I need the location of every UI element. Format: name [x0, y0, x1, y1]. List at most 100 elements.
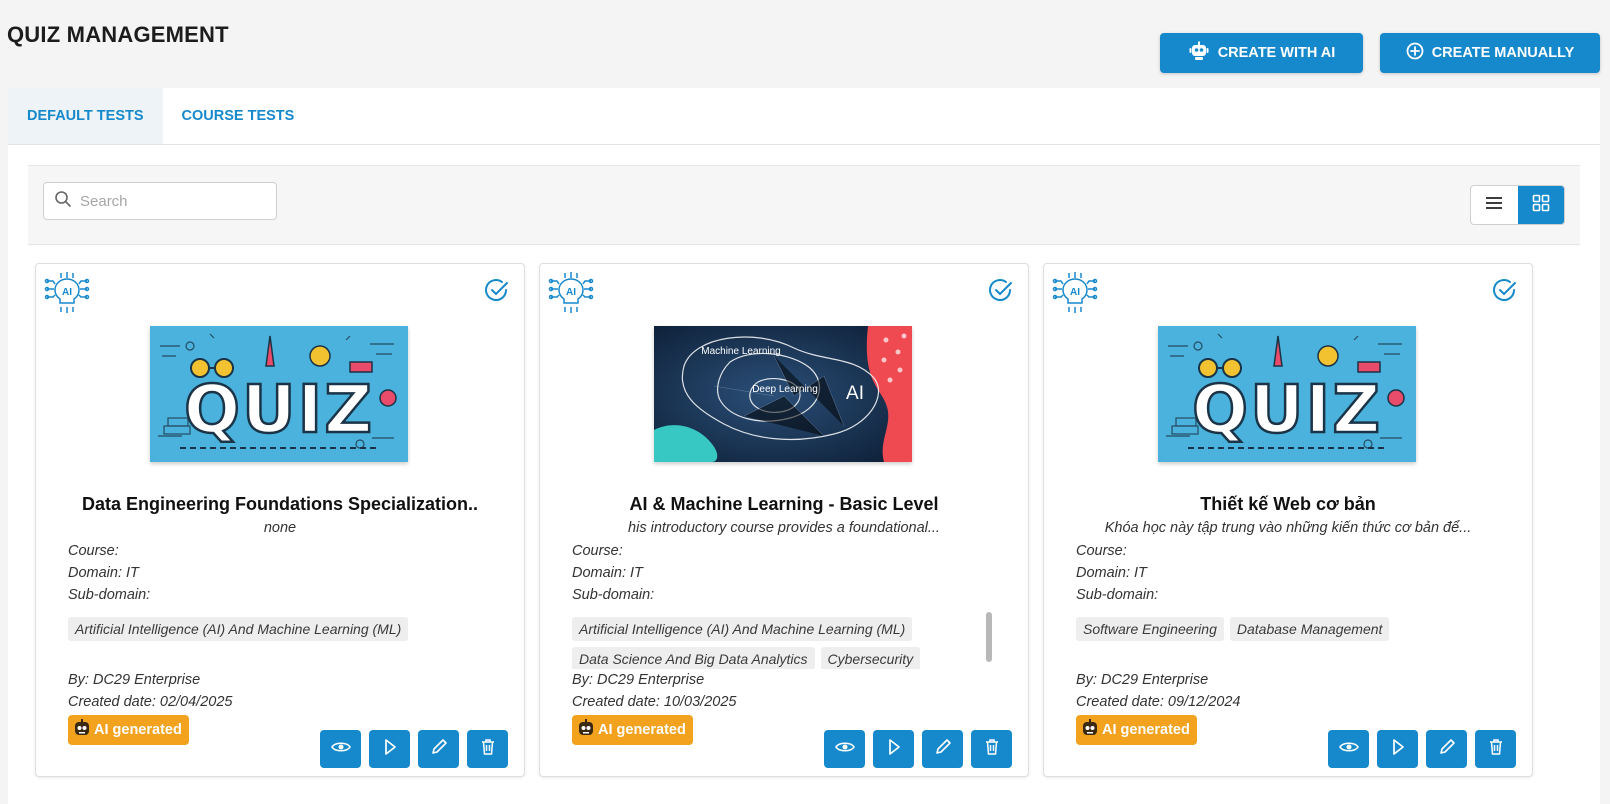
pencil-icon — [430, 738, 448, 761]
view-toggle — [1470, 185, 1565, 225]
ai-brain-icon: AI — [547, 271, 595, 320]
view-button[interactable] — [824, 730, 865, 768]
svg-text:AI: AI — [1070, 287, 1080, 298]
tag: Artificial Intelligence (AI) And Machine… — [572, 617, 913, 641]
card-course: Course: — [572, 543, 623, 559]
play-button[interactable] — [873, 730, 914, 768]
search-box[interactable] — [43, 182, 277, 220]
plus-circle-icon — [1406, 42, 1424, 64]
ai-generated-badge: AI generated — [1076, 715, 1197, 745]
card-course: Course: — [68, 543, 119, 559]
trash-icon — [1488, 738, 1504, 761]
eye-icon — [834, 740, 855, 759]
play-button[interactable] — [369, 730, 410, 768]
ml-label: Machine Learning — [701, 346, 781, 357]
quiz-thumbnail: QUIZ — [150, 326, 408, 462]
card-domain: Domain: IT — [572, 565, 643, 581]
ai-generated-badge: AI generated — [572, 715, 693, 745]
pencil-icon — [934, 738, 952, 761]
create-with-ai-label: CREATE WITH AI — [1217, 45, 1336, 61]
robot-icon — [1188, 40, 1210, 66]
delete-button[interactable] — [467, 730, 508, 768]
card-title: Thiết kế Web cơ bản — [1200, 494, 1376, 514]
ai-label: AI — [846, 383, 864, 404]
tab-course-tests[interactable]: COURSE TESTS — [163, 88, 314, 144]
tag: Artificial Intelligence (AI) And Machine… — [68, 617, 409, 641]
play-icon — [1391, 738, 1405, 761]
play-icon — [887, 738, 901, 761]
tag-list[interactable]: Artificial Intelligence (AI) And Machine… — [572, 617, 968, 669]
quiz-panel: DEFAULT TESTS COURSE TESTS Search AI QUI… — [8, 88, 1600, 804]
card-description: none — [263, 520, 297, 536]
check-circle-icon[interactable] — [988, 278, 1014, 309]
tag-scrollbar[interactable] — [986, 612, 992, 662]
card-title: AI & Machine Learning - Basic Level — [629, 494, 939, 514]
robot-face-icon — [576, 718, 596, 742]
card-subdomain: Sub-domain: — [68, 587, 151, 603]
card-description: Khóa học này tập trung vào những kiến th… — [1104, 520, 1472, 536]
card-author: By: DC29 Enterprise — [572, 672, 705, 688]
view-button[interactable] — [1328, 730, 1369, 768]
grid-view-button[interactable] — [1517, 186, 1564, 224]
edit-button[interactable] — [922, 730, 963, 768]
card-title: Data Engineering Foundations Specializat… — [81, 494, 479, 514]
ai-generated-badge: AI generated — [68, 715, 189, 745]
grid-view-icon — [1532, 194, 1550, 217]
tag-list: Software Engineering Database Management — [1076, 617, 1472, 669]
card-created-date: Created date: 02/04/2025 — [68, 694, 233, 710]
check-circle-icon[interactable] — [1492, 278, 1518, 309]
edit-button[interactable] — [1426, 730, 1467, 768]
card-author: By: DC29 Enterprise — [1076, 672, 1209, 688]
view-button[interactable] — [320, 730, 361, 768]
quiz-thumbnail: QUIZ — [1158, 326, 1416, 462]
edit-button[interactable] — [418, 730, 459, 768]
card-author: By: DC29 Enterprise — [68, 672, 201, 688]
tag: Software Engineering — [1076, 617, 1224, 641]
card-created-date: Created date: 10/03/2025 — [572, 694, 737, 710]
ai-brain-icon: AI — [43, 271, 91, 320]
card-created-date: Created date: 09/12/2024 — [1076, 694, 1241, 710]
trash-icon — [480, 738, 496, 761]
create-with-ai-button[interactable]: CREATE WITH AI — [1160, 33, 1363, 73]
quiz-card[interactable]: AI — [35, 263, 525, 777]
search-input[interactable] — [80, 192, 260, 210]
tag: Database Management — [1229, 617, 1390, 641]
card-domain: Domain: IT — [68, 565, 139, 581]
quiz-card[interactable]: AI — [539, 263, 1029, 777]
tag: Data Science And Big Data Analytics — [572, 647, 815, 669]
search-icon — [54, 190, 72, 213]
ai-generated-label: AI generated — [1102, 722, 1190, 738]
svg-text:QUIZ: QUIZ — [1192, 371, 1382, 448]
ai-generated-label: AI generated — [94, 722, 182, 738]
filter-toolbar — [28, 165, 1580, 245]
quiz-card[interactable]: AI — [1043, 263, 1533, 777]
tab-bar: DEFAULT TESTS COURSE TESTS — [8, 88, 1600, 145]
tab-default-tests[interactable]: DEFAULT TESTS — [8, 88, 163, 144]
card-description: his introductory course provides a found… — [628, 520, 940, 536]
eye-icon — [330, 740, 351, 759]
play-icon — [383, 738, 397, 761]
card-actions — [320, 730, 508, 768]
page-title: QUIZ MANAGEMENT — [7, 22, 229, 47]
check-circle-icon[interactable] — [484, 278, 510, 309]
card-course: Course: — [1076, 543, 1127, 559]
list-view-icon — [1485, 196, 1503, 215]
svg-text:AI: AI — [62, 287, 72, 298]
create-manually-button[interactable]: CREATE MANUALLY — [1380, 33, 1600, 73]
robot-face-icon — [72, 718, 92, 742]
eye-icon — [1338, 740, 1359, 759]
card-actions — [824, 730, 1012, 768]
list-view-button[interactable] — [1471, 186, 1518, 224]
play-button[interactable] — [1377, 730, 1418, 768]
ai-generated-label: AI generated — [598, 722, 686, 738]
card-actions — [1328, 730, 1516, 768]
svg-text:AI: AI — [566, 287, 576, 298]
card-domain: Domain: IT — [1076, 565, 1147, 581]
ai-brain-icon: AI — [1051, 271, 1099, 320]
trash-icon — [984, 738, 1000, 761]
svg-text:QUIZ: QUIZ — [184, 371, 374, 448]
dl-label: Deep Learning — [752, 384, 818, 395]
delete-button[interactable] — [1475, 730, 1516, 768]
tag: Cybersecurity — [820, 647, 921, 669]
delete-button[interactable] — [971, 730, 1012, 768]
